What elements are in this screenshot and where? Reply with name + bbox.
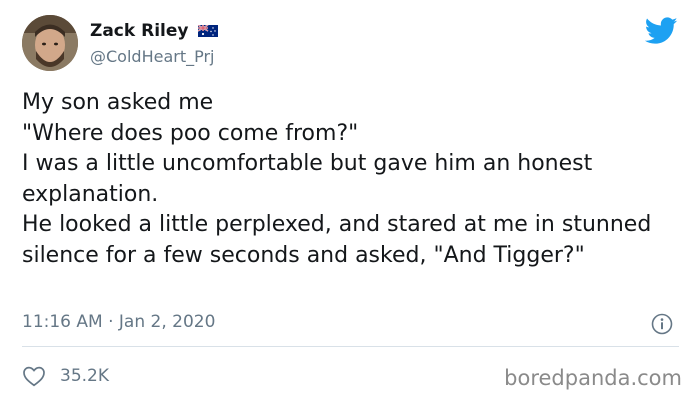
tweet-text: My son asked me "Where does poo come fro… bbox=[22, 90, 652, 268]
like-button[interactable]: 35.2K bbox=[22, 365, 109, 387]
tweet-card: Zack Riley @ColdHeart_Prj My son asked m… bbox=[0, 0, 700, 402]
avatar[interactable] bbox=[22, 15, 78, 71]
heart-icon bbox=[23, 366, 45, 387]
watermark: boredpanda.com bbox=[504, 366, 682, 390]
info-icon[interactable] bbox=[651, 313, 673, 335]
like-count: 35.2K bbox=[60, 366, 109, 386]
divider bbox=[22, 346, 679, 347]
user-name-row: Zack Riley bbox=[90, 21, 219, 41]
user-handle[interactable]: @ColdHeart_Prj bbox=[90, 47, 214, 66]
twitter-bird-icon[interactable] bbox=[645, 17, 678, 45]
avatar-image bbox=[22, 15, 78, 71]
display-name[interactable]: Zack Riley bbox=[90, 21, 188, 41]
tweet-timestamp[interactable]: 11:16 AM · Jan 2, 2020 bbox=[22, 312, 215, 332]
australia-flag-icon bbox=[198, 25, 219, 37]
